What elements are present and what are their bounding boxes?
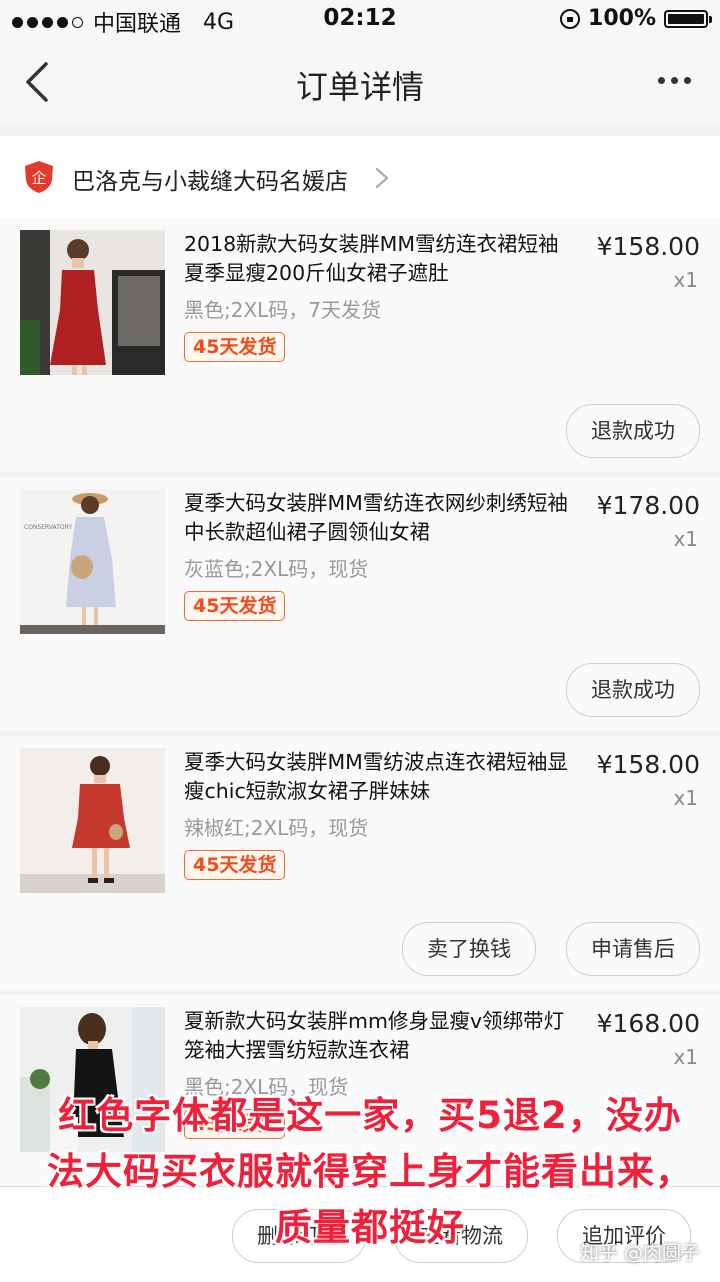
status-right: 100% [560,6,712,31]
order-item[interactable]: 2018新款大码女装胖MM雪纺连衣裙短袖夏季显瘦200斤仙女裙子遮肚 ¥158.… [0,218,720,472]
product-name[interactable]: 夏季大码女装胖MM雪纺波点连衣裙短袖显瘦chic短款淑女裙子胖妹妹 [184,748,569,806]
after-sales-button[interactable]: 申请售后 [566,922,700,976]
shop-badge-icon: 企 [25,161,53,193]
order-item[interactable]: CONSERVATORY 夏季大码女装胖MM雪纺连衣网纱刺绣短袖中长款超仙裙子圆… [0,477,720,731]
product-thumbnail[interactable] [20,230,165,375]
product-thumbnail[interactable] [20,748,165,893]
order-item[interactable]: 夏季大码女装胖MM雪纺波点连衣裙短袖显瘦chic短款淑女裙子胖妹妹 ¥158.0… [0,736,720,990]
overlay-annotation-text: 红色字体都是这一家，买5退2，没办法大码买衣服就得穿上身才能看出来，质量都挺好 [47,1094,693,1249]
shipping-tag: 45天发货 [184,591,286,621]
product-qty: x1 [673,1045,698,1069]
watermark: 知乎 @肉圆子 [579,1242,700,1264]
product-spec: 黑色;2XL码，7天发货 [184,298,382,322]
sell-resale-button[interactable]: 卖了换钱 [402,922,536,976]
product-qty: x1 [673,268,698,292]
rotation-lock-icon [560,8,581,29]
product-name[interactable]: 夏季大码女装胖MM雪纺连衣网纱刺绣短袖中长款超仙裙子圆领仙女裙 [184,489,569,547]
product-price: ¥168.00 [596,1009,700,1038]
product-name[interactable]: 夏新款大码女装胖mm修身显瘦v领绑带灯笼袖大摆雪纺短款连衣裙 [184,1007,569,1065]
product-thumbnail[interactable]: CONSERVATORY [20,489,165,634]
shop-name: 巴洛克与小裁缝大码名媛店 [72,169,348,195]
product-spec: 辣椒红;2XL码，现货 [184,816,369,840]
refund-success-button[interactable]: 退款成功 [566,404,700,458]
chevron-right-icon [375,167,389,189]
shop-header[interactable]: 企 巴洛克与小裁缝大码名媛店 [0,136,720,218]
battery-icon [664,9,712,28]
refund-success-button[interactable]: 退款成功 [566,663,700,717]
status-bar: 中国联通 4G 02:12 100% [0,0,720,40]
product-price: ¥158.00 [596,232,700,261]
shipping-tag: 45天发货 [184,332,286,362]
product-name[interactable]: 2018新款大码女装胖MM雪纺连衣裙短袖夏季显瘦200斤仙女裙子遮肚 [184,230,569,288]
product-qty: x1 [673,786,698,810]
shipping-tag: 45天发货 [184,850,286,880]
battery-percent: 100% [588,6,656,31]
thumb-brand-text: CONSERVATORY [24,524,72,531]
nav-bar: 订单详情 [0,40,720,124]
shop-logo-text: 企 [31,169,46,187]
product-price: ¥178.00 [596,491,700,520]
more-options-icon[interactable] [658,70,698,90]
product-price: ¥158.00 [596,750,700,779]
page-title: 订单详情 [295,68,424,106]
product-qty: x1 [673,527,698,551]
product-spec: 灰蓝色;2XL码，现货 [184,557,369,581]
